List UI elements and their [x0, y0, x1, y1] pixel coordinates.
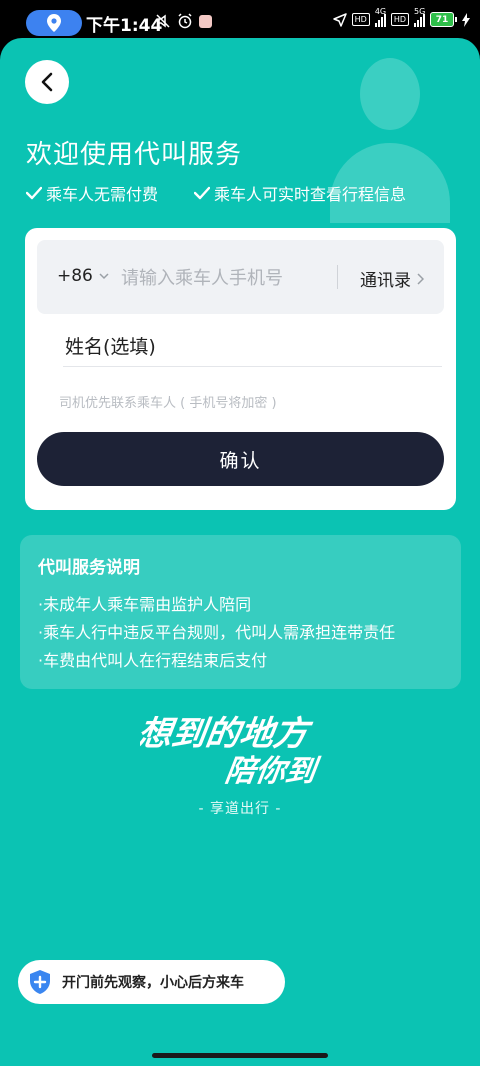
safety-toast[interactable]: 开门前先观察，小心后方来车 — [18, 960, 285, 1004]
battery-icon: 71 — [430, 12, 457, 27]
country-code: +86 — [57, 266, 93, 286]
status-time: 下午1:44 — [86, 16, 163, 36]
cell-signal-4g-icon: 4G — [374, 7, 386, 27]
mute-icon — [156, 14, 170, 28]
service-info-title: 代叫服务说明 — [38, 558, 140, 578]
home-indicator[interactable] — [152, 1053, 328, 1058]
navigation-icon — [332, 12, 347, 27]
chevron-left-icon — [41, 72, 53, 92]
alarm-icon — [178, 13, 192, 29]
slogan-line1: 想到的地方 — [140, 714, 315, 754]
shield-plus-icon — [30, 970, 50, 994]
charging-icon — [462, 12, 470, 27]
location-indicator[interactable] — [26, 10, 82, 36]
check-icon — [194, 186, 210, 200]
phone-row: +86 通讯录 — [37, 240, 444, 314]
feature-label: 乘车人无需付费 — [46, 185, 159, 204]
feature-item: 乘车人无需付费 — [26, 181, 158, 205]
passenger-form-card: +86 通讯录 司机优先联系乘车人 ( 手机号将加密 ) 确认 — [25, 228, 456, 510]
country-code-selector[interactable]: +86 — [57, 266, 109, 286]
service-info-box: 代叫服务说明 ·未成年人乘车需由监护人陪同 ·乘车人行中违反平台规则，代叫人需承… — [20, 535, 461, 689]
confirm-button[interactable]: 确认 — [37, 432, 444, 486]
service-info-item: ·未成年人乘车需由监护人陪同 — [38, 595, 252, 614]
service-info-item: ·车费由代叫人在行程结束后支付 — [38, 651, 268, 670]
chevron-right-icon — [417, 272, 424, 285]
hd-badge: HD — [351, 13, 370, 26]
contacts-label: 通讯录 — [360, 271, 411, 291]
location-pin-icon — [47, 14, 61, 32]
decorative-person-head — [360, 58, 420, 130]
phone-input[interactable] — [119, 260, 323, 296]
feature-item: 乘车人可实时查看行程信息 — [194, 181, 406, 205]
feature-label: 乘车人可实时查看行程信息 — [214, 185, 407, 204]
chevron-down-icon — [99, 272, 109, 279]
check-icon — [26, 186, 42, 200]
app-notification-icon — [199, 14, 212, 28]
back-button[interactable] — [25, 60, 69, 104]
toast-text: 开门前先观察，小心后方来车 — [62, 975, 244, 991]
service-info-item: ·乘车人行中违反平台规则，代叫人需承担连带责任 — [38, 623, 396, 642]
contacts-button[interactable]: 通讯录 — [360, 266, 424, 291]
divider — [337, 265, 338, 289]
slogan-calligraphy: 想到的地方 陪你到 — [140, 714, 323, 785]
hd-badge-2: HD — [390, 13, 409, 26]
status-bar: 下午1:44 HD 4G HD 5G 71 — [0, 0, 480, 40]
page-title: 欢迎使用代叫服务 — [26, 140, 243, 170]
name-input[interactable] — [63, 328, 442, 367]
brand-label: - 享道出行 - — [198, 801, 282, 817]
app-screen: 欢迎使用代叫服务 乘车人无需付费 乘车人可实时查看行程信息 +86 通讯录 司机… — [0, 38, 480, 1066]
cell-signal-5g-icon: 5G — [414, 7, 425, 27]
privacy-hint: 司机优先联系乘车人 ( 手机号将加密 ) — [59, 396, 277, 411]
slogan-line2: 陪你到 — [223, 754, 323, 785]
